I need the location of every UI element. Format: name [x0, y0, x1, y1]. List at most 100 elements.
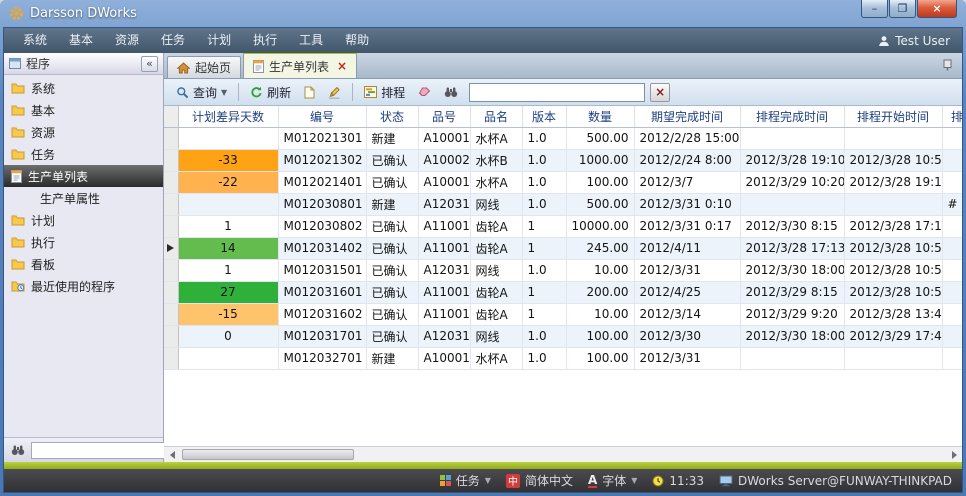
grid-cell[interactable]: 网线: [470, 259, 522, 281]
grid-cell[interactable]: 已确认: [366, 325, 418, 347]
grid-cell[interactable]: 已确认: [366, 281, 418, 303]
grid-cell[interactable]: M012021401: [278, 171, 366, 193]
grid-cell[interactable]: #: [942, 193, 962, 215]
sidebar-item[interactable]: 生产单列表: [4, 165, 163, 187]
grid-cell[interactable]: A11001: [418, 303, 470, 325]
grid-cell[interactable]: -22: [178, 171, 278, 193]
grid-cell[interactable]: 1000.00: [566, 149, 634, 171]
grid-cell[interactable]: 2012/3/28 19:10: [844, 171, 942, 193]
grid-cell[interactable]: 14: [178, 237, 278, 259]
grid-cell[interactable]: 2012/3/28 13:40: [844, 303, 942, 325]
grid-cell[interactable]: [942, 303, 962, 325]
grid-cell[interactable]: 2012/3/29 9:20: [740, 303, 844, 325]
grid-cell[interactable]: [942, 149, 962, 171]
scrollbar-thumb[interactable]: [182, 449, 354, 460]
user-indicator[interactable]: Test User: [878, 34, 954, 48]
grid-cell[interactable]: 已确认: [366, 171, 418, 193]
grid-cell[interactable]: 2012/4/11: [634, 237, 740, 259]
grid-cell[interactable]: 齿轮A: [470, 303, 522, 325]
title-bar[interactable]: Darsson DWorks – ❐ ×: [3, 0, 963, 27]
grid-cell[interactable]: 2012/3/28 10:52: [844, 281, 942, 303]
sidebar-item[interactable]: 任务: [4, 143, 163, 165]
grid-column-header[interactable]: 排程完成时间: [740, 106, 844, 127]
grid-cell[interactable]: 100.00: [566, 325, 634, 347]
grid-cell[interactable]: [178, 347, 278, 369]
grid-cell[interactable]: 水杯A: [470, 171, 522, 193]
pin-icon[interactable]: [942, 59, 959, 73]
row-indicator[interactable]: [164, 127, 178, 149]
menu-item[interactable]: 资源: [104, 28, 150, 53]
grid-cell[interactable]: 2012/3/28 19:10: [740, 149, 844, 171]
grid-cell[interactable]: [844, 347, 942, 369]
grid-cell[interactable]: A10001: [418, 127, 470, 149]
grid-cell[interactable]: 10000.00: [566, 215, 634, 237]
grid-cell[interactable]: 1.0: [522, 149, 566, 171]
grid-cell[interactable]: M012032701: [278, 347, 366, 369]
status-server[interactable]: DWorks Server@FUNWAY-THINKPAD: [719, 474, 952, 488]
edit-button[interactable]: [323, 84, 346, 101]
clear-schedule-button[interactable]: [413, 84, 436, 100]
grid-cell[interactable]: [844, 193, 942, 215]
grid-cell[interactable]: M012021302: [278, 149, 366, 171]
close-button[interactable]: ×: [917, 0, 957, 18]
grid-cell[interactable]: 1: [522, 303, 566, 325]
row-indicator[interactable]: [164, 193, 178, 215]
grid-column-header[interactable]: 品名: [470, 106, 522, 127]
grid-column-header[interactable]: 数量: [566, 106, 634, 127]
tab[interactable]: 起始页: [167, 56, 241, 78]
grid-cell[interactable]: 2012/3/7: [634, 171, 740, 193]
grid-cell[interactable]: 2012/3/29 17:46: [844, 325, 942, 347]
grid-cell[interactable]: M012030802: [278, 215, 366, 237]
grid-cell[interactable]: [844, 127, 942, 149]
grid-cell[interactable]: 1.0: [522, 259, 566, 281]
menu-item[interactable]: 计划: [196, 28, 242, 53]
grid-cell[interactable]: 2012/3/30 18:00: [740, 325, 844, 347]
grid-cell[interactable]: 100.00: [566, 171, 634, 193]
row-indicator[interactable]: [164, 171, 178, 193]
grid-cell[interactable]: 10.00: [566, 303, 634, 325]
grid-cell[interactable]: 2012/4/25: [634, 281, 740, 303]
grid-cell[interactable]: M012031501: [278, 259, 366, 281]
grid-cell[interactable]: A10001: [418, 347, 470, 369]
grid-cell[interactable]: 2012/3/28 10:52: [844, 149, 942, 171]
grid-cell[interactable]: [942, 171, 962, 193]
grid-cell[interactable]: -15: [178, 303, 278, 325]
grid-cell[interactable]: 水杯B: [470, 149, 522, 171]
grid-cell[interactable]: 10.00: [566, 259, 634, 281]
grid-cell[interactable]: [942, 215, 962, 237]
grid-cell[interactable]: 200.00: [566, 281, 634, 303]
menu-item[interactable]: 帮助: [334, 28, 380, 53]
grid-cell[interactable]: 2012/3/14: [634, 303, 740, 325]
grid-cell[interactable]: [942, 237, 962, 259]
grid-cell[interactable]: A12031: [418, 259, 470, 281]
grid-cell[interactable]: 1: [178, 215, 278, 237]
grid-cell[interactable]: M012021301: [278, 127, 366, 149]
grid-cell[interactable]: 2012/3/30 8:15: [740, 215, 844, 237]
grid-cell[interactable]: [740, 347, 844, 369]
grid-cell[interactable]: 1.0: [522, 325, 566, 347]
grid-column-header[interactable]: 排: [942, 106, 962, 127]
row-indicator[interactable]: [164, 303, 178, 325]
row-indicator[interactable]: [164, 237, 178, 259]
grid-cell[interactable]: 新建: [366, 127, 418, 149]
grid-cell[interactable]: [178, 193, 278, 215]
grid-cell[interactable]: 1: [522, 215, 566, 237]
status-font[interactable]: A 字体 ▼: [588, 472, 637, 489]
grid-cell[interactable]: A11001: [418, 215, 470, 237]
sidebar-item[interactable]: 生产单属性: [4, 187, 163, 209]
grid-cell[interactable]: [740, 193, 844, 215]
grid-cell[interactable]: 1.0: [522, 193, 566, 215]
scroll-left-button[interactable]: [164, 448, 180, 462]
grid-cell[interactable]: A11001: [418, 237, 470, 259]
grid-column-header[interactable]: 状态: [366, 106, 418, 127]
tab-active[interactable]: 生产单列表×: [243, 53, 357, 78]
horizontal-scrollbar[interactable]: [164, 446, 962, 462]
grid-cell[interactable]: M012031701: [278, 325, 366, 347]
sidebar-search-input[interactable]: [31, 442, 181, 459]
minimize-button[interactable]: –: [861, 0, 888, 18]
grid-cell[interactable]: 0: [178, 325, 278, 347]
grid-cell[interactable]: A10002: [418, 149, 470, 171]
grid-column-header[interactable]: 品号: [418, 106, 470, 127]
schedule-button[interactable]: 排程: [359, 82, 410, 103]
grid-cell[interactable]: 2012/3/29 10:20: [740, 171, 844, 193]
